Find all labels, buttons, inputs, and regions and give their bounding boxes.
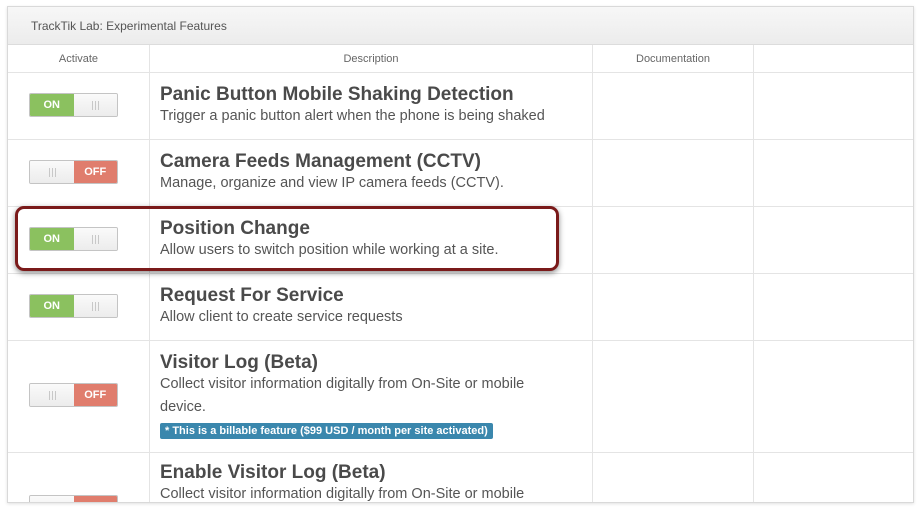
activate-cell: OFF bbox=[8, 140, 150, 206]
toggle-switch[interactable]: OFF bbox=[29, 495, 118, 502]
features-table: Activate Description Documentation ON Pa… bbox=[8, 45, 913, 502]
extra-cell bbox=[754, 140, 913, 206]
toggle-switch[interactable]: OFF bbox=[29, 383, 118, 407]
feature-title: Panic Button Mobile Shaking Detection bbox=[160, 84, 514, 105]
table-row: ON Panic Button Mobile Shaking Detection… bbox=[8, 73, 913, 140]
toggle-switch[interactable]: ON bbox=[29, 93, 118, 117]
activate-cell: ON bbox=[8, 274, 150, 340]
extra-cell bbox=[754, 73, 913, 139]
toggle-switch[interactable]: ON bbox=[29, 294, 118, 318]
column-header-activate: Activate bbox=[8, 45, 150, 72]
billable-badge: * This is a billable feature ($99 USD / … bbox=[160, 423, 493, 439]
description-cell: Panic Button Mobile Shaking Detection Tr… bbox=[150, 73, 593, 139]
table-row: OFF Camera Feeds Management (CCTV) Manag… bbox=[8, 140, 913, 207]
table-row: ON Position Change Allow users to switch… bbox=[8, 207, 913, 274]
documentation-cell bbox=[593, 274, 754, 340]
feature-title: Request For Service bbox=[160, 285, 344, 306]
column-header-description: Description bbox=[150, 45, 593, 72]
extra-cell bbox=[754, 341, 913, 452]
toggle-handle bbox=[30, 496, 74, 502]
panel-title: TrackTik Lab: Experimental Features bbox=[8, 7, 913, 45]
description-cell: Enable Visitor Log (Beta) Collect visito… bbox=[150, 453, 593, 502]
toggle-handle bbox=[30, 161, 74, 183]
documentation-cell bbox=[593, 140, 754, 206]
extra-cell bbox=[754, 274, 913, 340]
toggle-switch[interactable]: OFF bbox=[29, 160, 118, 184]
toggle-state-label: ON bbox=[30, 94, 74, 116]
feature-description: Collect visitor information digitally fr… bbox=[160, 486, 525, 502]
activate-cell: OFF bbox=[8, 453, 150, 502]
description-cell: Position Change Allow users to switch po… bbox=[150, 207, 593, 273]
grip-lines-icon bbox=[92, 302, 100, 311]
documentation-cell bbox=[593, 453, 754, 502]
documentation-cell bbox=[593, 341, 754, 452]
column-header-blank bbox=[754, 45, 913, 72]
feature-description: Collect visitor information digitally fr… bbox=[160, 376, 525, 415]
toggle-switch[interactable]: ON bbox=[29, 227, 118, 251]
toggle-state-label: ON bbox=[30, 228, 74, 250]
table-row: OFF Visitor Log (Beta) Collect visitor i… bbox=[8, 341, 913, 453]
feature-description: Trigger a panic button alert when the ph… bbox=[160, 108, 545, 124]
description-cell: Request For Service Allow client to crea… bbox=[150, 274, 593, 340]
documentation-cell bbox=[593, 73, 754, 139]
feature-description: Manage, organize and view IP camera feed… bbox=[160, 175, 504, 191]
description-cell: Visitor Log (Beta) Collect visitor infor… bbox=[150, 341, 593, 452]
feature-title: Camera Feeds Management (CCTV) bbox=[160, 151, 481, 172]
column-header-documentation: Documentation bbox=[593, 45, 754, 72]
activate-cell: OFF bbox=[8, 341, 150, 452]
feature-description: Allow client to create service requests bbox=[160, 309, 403, 325]
extra-cell bbox=[754, 453, 913, 502]
toggle-handle bbox=[73, 228, 117, 250]
grip-lines-icon bbox=[92, 101, 100, 110]
toggle-state-label: OFF bbox=[73, 384, 117, 406]
documentation-cell bbox=[593, 207, 754, 273]
activate-cell: ON bbox=[8, 73, 150, 139]
toggle-state-label: ON bbox=[30, 295, 74, 317]
grip-lines-icon bbox=[48, 391, 56, 400]
experimental-features-panel: TrackTik Lab: Experimental Features Acti… bbox=[7, 6, 914, 503]
feature-title: Position Change bbox=[160, 218, 310, 239]
description-cell: Camera Feeds Management (CCTV) Manage, o… bbox=[150, 140, 593, 206]
table-row: OFF Enable Visitor Log (Beta) Collect vi… bbox=[8, 453, 913, 502]
table-header-row: Activate Description Documentation bbox=[8, 45, 913, 73]
table-row: ON Request For Service Allow client to c… bbox=[8, 274, 913, 341]
grip-lines-icon bbox=[48, 168, 56, 177]
toggle-state-label: OFF bbox=[73, 161, 117, 183]
toggle-handle bbox=[73, 94, 117, 116]
extra-cell bbox=[754, 207, 913, 273]
toggle-handle bbox=[73, 295, 117, 317]
grip-lines-icon bbox=[92, 235, 100, 244]
feature-title: Visitor Log (Beta) bbox=[160, 352, 318, 373]
toggle-state-label: OFF bbox=[73, 496, 117, 502]
toggle-handle bbox=[30, 384, 74, 406]
feature-title: Enable Visitor Log (Beta) bbox=[160, 462, 386, 483]
feature-description: Allow users to switch position while wor… bbox=[160, 242, 499, 258]
activate-cell: ON bbox=[8, 207, 150, 273]
